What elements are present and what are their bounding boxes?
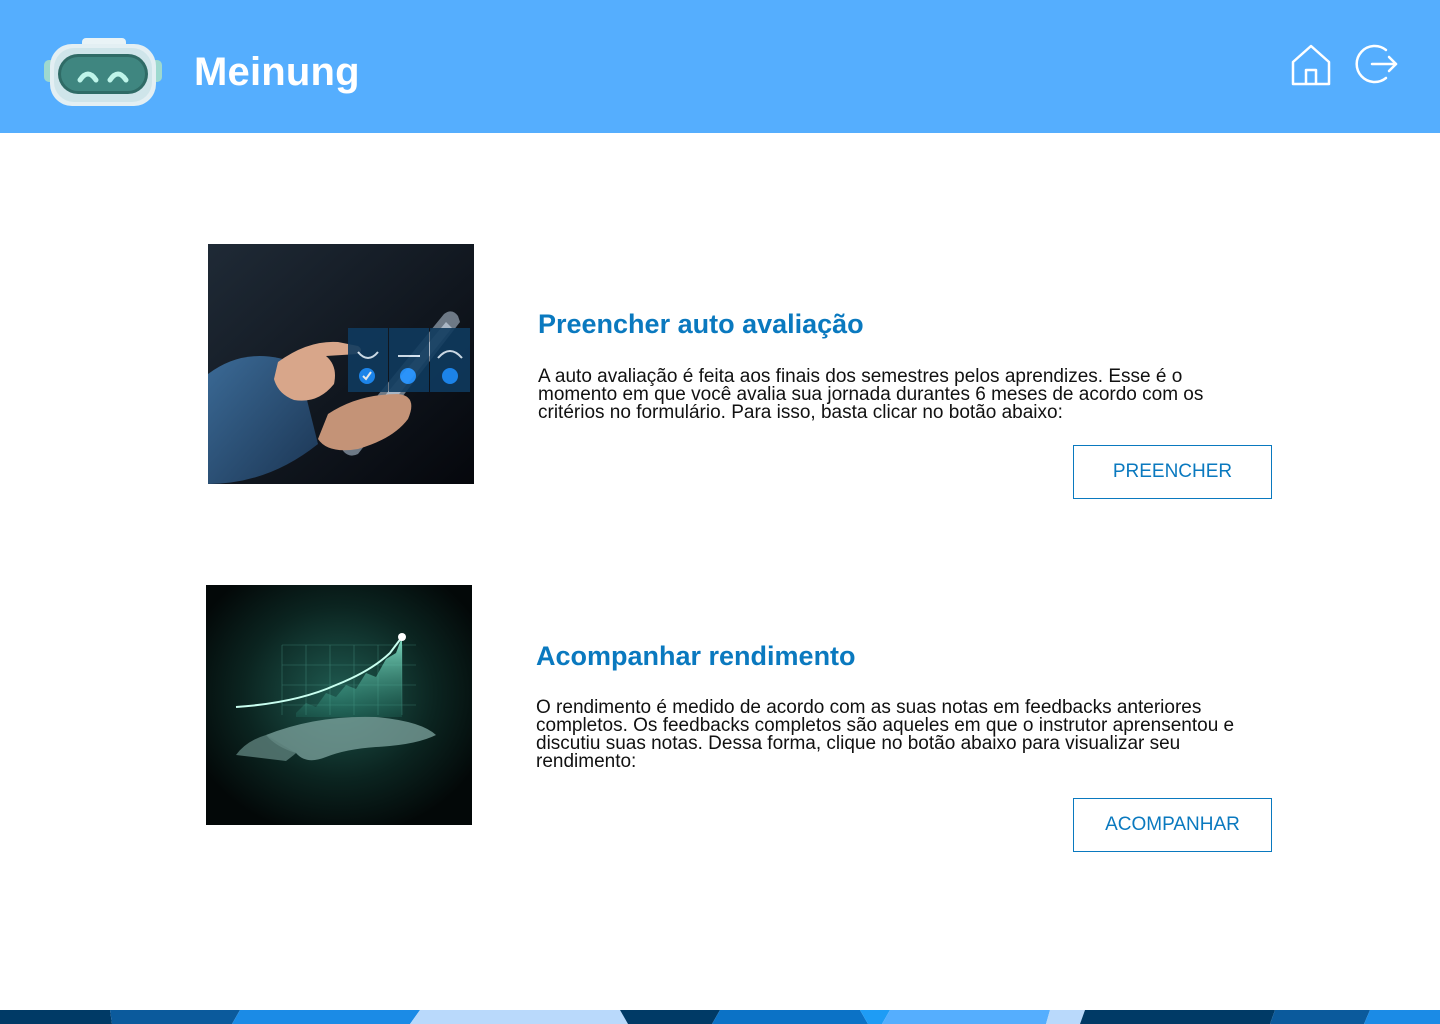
self-assessment-title: Preencher auto avaliação — [538, 309, 864, 339]
fill-self-assessment-button[interactable]: PREENCHER — [1073, 445, 1272, 499]
track-performance-button[interactable]: ACOMPANHAR — [1073, 798, 1272, 852]
tablet-feedback-image — [208, 244, 474, 484]
home-icon[interactable] — [1289, 42, 1333, 88]
self-assessment-description: A auto avaliação é feita aos finais dos … — [538, 366, 1204, 423]
robot-mascot-icon[interactable] — [44, 36, 162, 110]
growth-chart-image — [206, 585, 472, 825]
app-title: Meinung — [194, 50, 360, 94]
top-navigation-bar: Meinung — [0, 0, 1440, 133]
footer-decorative-stripe — [0, 1010, 1440, 1024]
performance-description: O rendimento é medido de acordo com as s… — [536, 697, 1235, 772]
performance-title: Acompanhar rendimento — [536, 641, 856, 671]
logout-icon[interactable] — [1352, 40, 1400, 88]
